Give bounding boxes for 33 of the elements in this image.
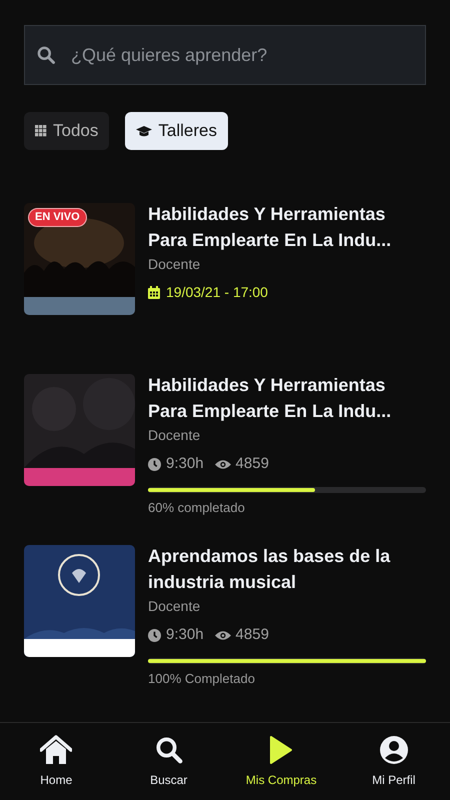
progress-label: 100% Completado bbox=[148, 670, 256, 688]
course-duration: 9:30h bbox=[166, 625, 204, 645]
nav-tab[interactable]: Buscar bbox=[112, 723, 225, 800]
eye-icon bbox=[214, 630, 231, 641]
course-title[interactable]: Habilidades Y Herramientas Para Emplearte En La Indu... bbox=[148, 201, 426, 253]
course-date: 19/03/21 - 17:00 bbox=[166, 283, 268, 302]
course-subtitle: Docente bbox=[148, 426, 202, 445]
filter-chip[interactable]: Todos bbox=[24, 112, 110, 150]
nav-tab[interactable]: Mi Perfil bbox=[338, 723, 450, 800]
graduation-cap-icon bbox=[136, 124, 152, 138]
live-badge: EN VIVO bbox=[28, 208, 87, 227]
course-subtitle: Docente bbox=[148, 597, 202, 616]
search-icon bbox=[154, 734, 184, 764]
clock-icon bbox=[148, 458, 161, 471]
view-count: 4859 bbox=[236, 454, 269, 474]
nav-tab[interactable]: Home bbox=[0, 723, 112, 800]
calendar-icon bbox=[148, 286, 160, 299]
clock-icon bbox=[148, 628, 161, 642]
grid-icon bbox=[35, 125, 47, 137]
search-icon bbox=[36, 45, 56, 65]
view-count: 4859 bbox=[236, 625, 269, 645]
eye-icon bbox=[214, 458, 231, 470]
course-title[interactable]: Habilidades Y Herramientas Para Emplearte En La Indu... bbox=[148, 372, 426, 424]
course-subtitle: Docente bbox=[148, 255, 202, 274]
home-icon bbox=[40, 734, 72, 764]
course-duration: 9:30h bbox=[166, 454, 204, 474]
play-icon bbox=[269, 734, 294, 764]
course-title[interactable]: Aprendamos las bases de la industria musical bbox=[148, 543, 426, 595]
nav-tab[interactable]: Mis Compras bbox=[225, 723, 338, 800]
user-icon bbox=[378, 734, 409, 764]
search-field[interactable]: ¿Qué quieres aprender? bbox=[24, 25, 426, 85]
filter-chip[interactable]: Talleres bbox=[125, 112, 228, 150]
progress-label: 60% completado bbox=[148, 498, 246, 517]
